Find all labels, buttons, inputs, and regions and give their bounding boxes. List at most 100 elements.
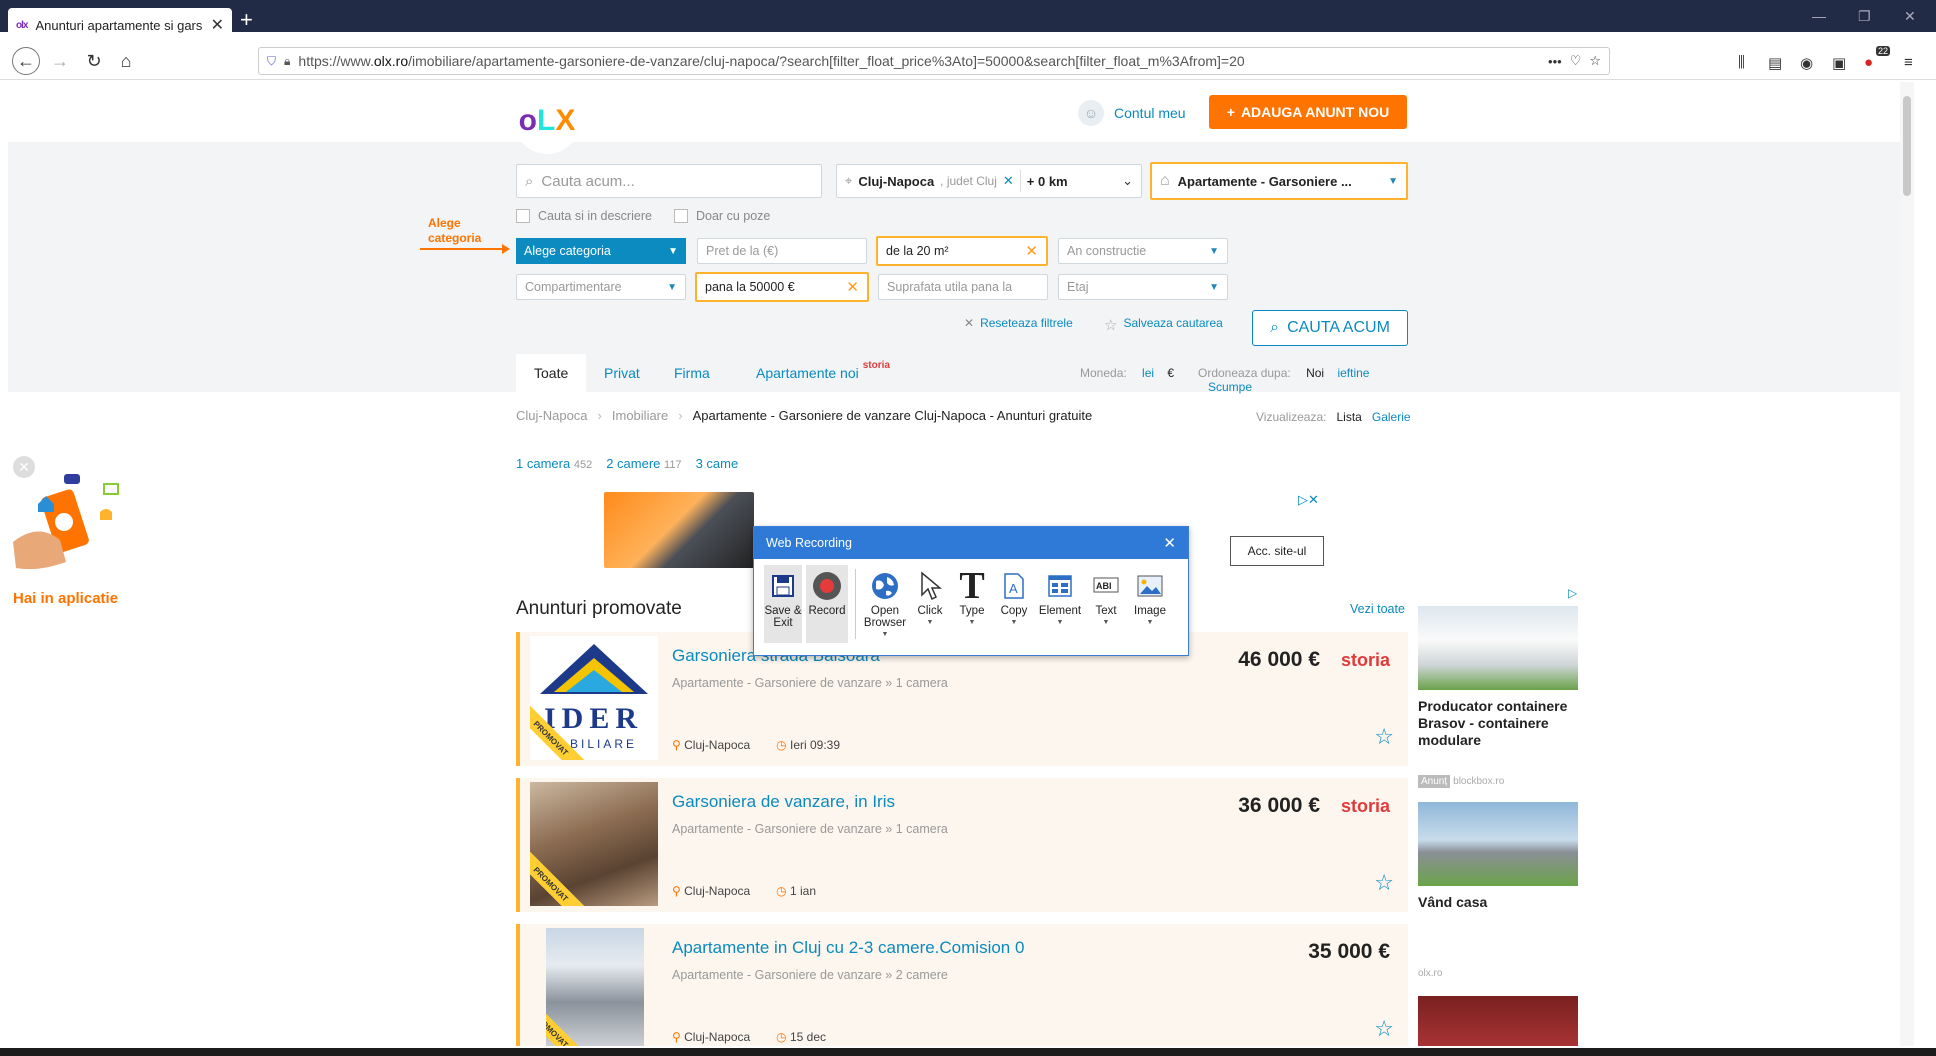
ad-choices-icon[interactable]: ▷✕	[1298, 492, 1319, 508]
browser-tab[interactable]: olx Anunturi apartamente si garsoniere ✕	[8, 8, 232, 42]
menu-icon[interactable]: ≡	[1904, 54, 1913, 71]
save-search-link[interactable]: ☆ Salveaza cautarea	[1104, 316, 1223, 334]
view-list[interactable]: Lista	[1337, 410, 1362, 424]
account-link[interactable]: ☺ Contul meu	[1078, 100, 1186, 126]
pin-icon: ⌖	[845, 173, 853, 188]
listing-thumbnail[interactable]: PROMOVAT	[530, 782, 658, 906]
clear-price-icon[interactable]: ✕	[846, 278, 859, 296]
listing-thumbnail[interactable]: PROMOVAT	[546, 928, 644, 1046]
sort-new[interactable]: Noi	[1306, 366, 1324, 380]
room-filter-1[interactable]: 1 camera 452	[516, 456, 592, 471]
screenshot-icon[interactable]: ▣	[1832, 54, 1846, 72]
listing-title[interactable]: Garsoniera de vanzare, in Iris	[672, 792, 895, 812]
home-icon[interactable]: ⌂	[112, 47, 140, 75]
tab-close-icon[interactable]: ✕	[211, 15, 224, 35]
page-actions-icon[interactable]: •••	[1548, 54, 1562, 69]
window-close-icon[interactable]: ✕	[1904, 8, 1916, 25]
side-ad-third[interactable]	[1418, 996, 1578, 1046]
new-tab-icon[interactable]: +	[240, 9, 253, 31]
area-to-input[interactable]: Suprafata utila pana la	[878, 274, 1048, 300]
reset-filters-link[interactable]: ✕ Reseteaza filtrele	[964, 316, 1073, 330]
photos-only-checkbox[interactable]: Doar cu poze	[674, 209, 770, 223]
tab-new-apartments[interactable]: Apartamente noi storia	[738, 354, 908, 392]
web-page: oLX ☺ Contul meu + ADAUGA ANUNT NOU ⌕ Ca…	[8, 82, 1914, 1046]
price-to-input[interactable]: pana la 50000 € ✕	[695, 272, 869, 302]
library-icon[interactable]: ⫼	[1738, 54, 1745, 71]
listing-thumbnail[interactable]: IDER BILIARE PROMOVAT	[530, 636, 658, 760]
sort-expensive[interactable]: Scumpe	[1208, 380, 1252, 394]
favorite-star-icon[interactable]: ☆	[1374, 724, 1394, 750]
close-icon[interactable]: ✕	[1163, 534, 1176, 552]
listing-card[interactable]: PROMOVAT Garsoniera de vanzare, in Iris …	[516, 778, 1408, 912]
restore-icon[interactable]: ❐	[1858, 8, 1871, 25]
search-description-checkbox[interactable]: Cauta si in descriere	[516, 209, 652, 223]
reload-icon[interactable]: ↻	[80, 47, 108, 75]
pocket-icon[interactable]: ♡	[1570, 53, 1582, 69]
copy-button[interactable]: A Copy ▼	[995, 565, 1033, 643]
text-button[interactable]: ABI Text ▼	[1087, 565, 1125, 643]
app-promo-illustration[interactable]	[8, 462, 136, 578]
listing-card[interactable]: PROMOVAT Apartamente in Cluj cu 2-3 came…	[516, 924, 1408, 1046]
extension-icon[interactable]: ●	[1864, 54, 1873, 71]
clear-location-icon[interactable]: ✕	[1003, 173, 1014, 189]
ad-choices-icon[interactable]: ▷	[1568, 586, 1577, 600]
tab-company[interactable]: Firma	[656, 354, 728, 392]
chevron-down-icon[interactable]: ⌄	[1122, 173, 1133, 189]
listing-title[interactable]: Apartamente in Cluj cu 2-3 camere.Comisi…	[672, 938, 1024, 958]
bookmark-star-icon[interactable]: ☆	[1589, 53, 1601, 69]
click-button[interactable]: Click ▼	[911, 565, 949, 643]
address-bar[interactable]: ⛉ 🔒︎ https://www.olx.ro/imobiliare/apart…	[258, 47, 1610, 75]
forward-icon[interactable]: →	[46, 47, 74, 75]
room-filter-3[interactable]: 3 came	[696, 456, 739, 471]
currency-eur[interactable]: €	[1167, 366, 1174, 380]
web-recording-dialog: Web Recording ✕ Save & Exit Record Open …	[753, 526, 1189, 656]
year-select[interactable]: An constructie ▼	[1058, 238, 1228, 264]
promoted-ribbon: PROMOVAT	[530, 846, 589, 906]
record-button[interactable]: Record	[806, 565, 848, 643]
save-exit-button[interactable]: Save & Exit	[764, 565, 802, 643]
listing-time: ◷ Ieri 09:39	[776, 738, 841, 752]
search-button[interactable]: ⌕ CAUTA ACUM	[1252, 310, 1408, 346]
compartment-select[interactable]: Compartimentare ▼	[516, 274, 686, 300]
scrollbar-thumb[interactable]	[1903, 96, 1911, 196]
radius-select[interactable]: + 0 km	[1027, 174, 1068, 189]
side-ad-source: olx.ro	[1418, 968, 1443, 979]
tab-all[interactable]: Toate	[516, 354, 587, 392]
favorite-star-icon[interactable]: ☆	[1374, 1016, 1394, 1042]
location-city: Cluj-Napoca	[858, 173, 935, 189]
account-icon[interactable]: ◉	[1800, 54, 1813, 72]
ad-visit-button[interactable]: Acc. site-ul	[1230, 536, 1324, 566]
type-button[interactable]: T Type ▼	[953, 565, 991, 643]
sidebar-icon[interactable]: ▤	[1768, 54, 1782, 72]
location-input[interactable]: ⌖ Cluj-Napoca , judet Cluj ✕ + 0 km ⌄	[836, 164, 1142, 198]
close-app-promo-icon[interactable]: ✕	[13, 456, 35, 478]
chevron-right-icon: ›	[678, 408, 683, 423]
image-button[interactable]: Image ▼	[1129, 565, 1171, 643]
olx-logo[interactable]: oLX	[514, 88, 580, 154]
side-ad-house[interactable]: Vând casa	[1418, 802, 1588, 911]
side-ad-containers[interactable]: Producator containere Brasov - container…	[1418, 606, 1588, 749]
element-button[interactable]: Element ▼	[1037, 565, 1083, 643]
area-from-input[interactable]: de la 20 m² ✕	[876, 236, 1048, 266]
page-scrollbar[interactable]	[1900, 82, 1914, 1046]
room-filter-2[interactable]: 2 camere 117	[606, 456, 681, 471]
breadcrumb-category[interactable]: Imobiliare	[612, 408, 668, 423]
minimize-icon[interactable]: —	[1812, 8, 1826, 24]
search-input[interactable]: ⌕ Cauta acum...	[516, 164, 822, 198]
app-promo-text[interactable]: Hai in aplicatie	[13, 590, 118, 607]
currency-lei[interactable]: lei	[1142, 366, 1154, 380]
see-all-link[interactable]: Vezi toate	[1350, 602, 1405, 616]
choose-category-button[interactable]: Alege categoria ▼	[516, 238, 686, 264]
view-gallery[interactable]: Galerie	[1372, 410, 1411, 424]
tab-private[interactable]: Privat	[586, 354, 658, 392]
sort-cheap[interactable]: ieftine	[1337, 366, 1369, 380]
open-browser-button[interactable]: Open Browser ▼	[863, 565, 907, 643]
category-select[interactable]: ⌂ Apartamente - Garsoniere ... ▼	[1150, 162, 1408, 200]
back-icon[interactable]: ←	[12, 47, 40, 75]
breadcrumb-city[interactable]: Cluj-Napoca	[516, 408, 588, 423]
floor-select[interactable]: Etaj ▼	[1058, 274, 1228, 300]
favorite-star-icon[interactable]: ☆	[1374, 870, 1394, 896]
add-listing-button[interactable]: + ADAUGA ANUNT NOU	[1209, 95, 1407, 129]
price-from-input[interactable]: Pret de la (€)	[697, 238, 867, 264]
clear-area-icon[interactable]: ✕	[1025, 242, 1038, 260]
